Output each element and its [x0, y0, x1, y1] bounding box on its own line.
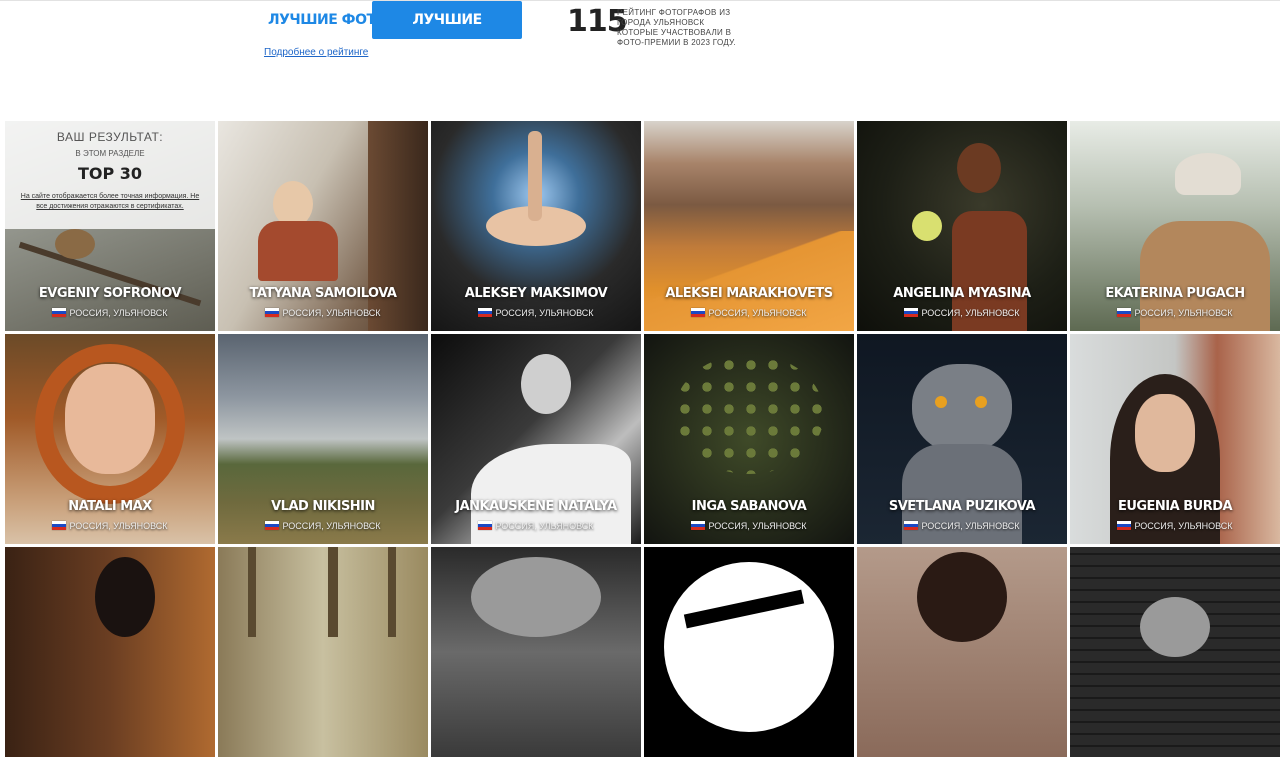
russia-flag-icon	[1117, 308, 1132, 317]
moon-decoration	[664, 562, 834, 732]
photographer-location: РОССИЯ, УЛЬЯНОВСК	[644, 521, 854, 531]
result-rank: TOP 30	[77, 164, 143, 183]
result-title: ВАШ РЕЗУЛЬТАТ:	[56, 130, 164, 144]
photographer-location: РОССИЯ, УЛЬЯНОВСК	[5, 308, 215, 318]
photographer-location: РОССИЯ, УЛЬЯНОВСК	[1070, 521, 1280, 531]
photographer-location: РОССИЯ, УЛЬЯНОВСК	[857, 521, 1067, 531]
photographer-card[interactable]	[1070, 547, 1280, 757]
model-face-decoration	[521, 354, 571, 414]
photographer-name: ALEKSEI MARAKHOVETS	[665, 286, 833, 301]
photographer-card[interactable]	[218, 547, 428, 757]
russia-flag-icon	[265, 308, 280, 317]
russia-flag-icon	[52, 308, 67, 317]
photographer-location: РОССИЯ, УЛЬЯНОВСК	[431, 308, 641, 318]
tree-trunk-decoration	[328, 547, 338, 637]
photographer-name: TATYANA SAMOILOVA	[249, 286, 398, 301]
photographer-name: INGA SABANOVA	[691, 499, 807, 514]
flower-decoration	[912, 211, 942, 241]
russia-flag-icon	[265, 521, 280, 530]
russia-flag-icon	[691, 308, 706, 317]
photographer-location: РОССИЯ, УЛЬЯНОВСК	[5, 521, 215, 531]
photographer-card[interactable]: JANKAUSKENE NATALYA РОССИЯ, УЛЬЯНОВСК	[431, 334, 641, 544]
dill-flowers-decoration	[674, 354, 824, 474]
photographer-location: РОССИЯ, УЛЬЯНОВСК	[644, 308, 854, 318]
red-hair-decoration	[35, 344, 185, 504]
photographer-card[interactable]: NATALI MAX РОССИЯ, УЛЬЯНОВСК	[5, 334, 215, 544]
tree-trunk-decoration	[248, 547, 256, 637]
face-decoration	[1140, 597, 1210, 657]
hair-decoration	[95, 557, 155, 637]
bird-decoration	[55, 229, 95, 259]
photographer-card[interactable]: TATYANA SAMOILOVA РОССИЯ, УЛЬЯНОВСК	[218, 121, 428, 331]
photographer-card[interactable]	[857, 547, 1067, 757]
boy-hair-decoration	[957, 143, 1001, 193]
photographer-card[interactable]: EKATERINA PUGACH РОССИЯ, УЛЬЯНОВСК	[1070, 121, 1280, 331]
cat-head-decoration	[912, 364, 1012, 454]
russia-flag-icon	[478, 521, 493, 530]
photographer-name: ALEKSEY MAKSIMOV	[464, 286, 608, 301]
ballerina-decoration	[528, 131, 542, 221]
photographer-card[interactable]: ALEKSEI MARAKHOVETS РОССИЯ, УЛЬЯНОВСК	[644, 121, 854, 331]
photographer-card[interactable]: EUGENIA BURDA РОССИЯ, УЛЬЯНОВСК	[1070, 334, 1280, 544]
fur-hat-decoration	[1175, 153, 1241, 195]
result-section: В ЭТОМ РАЗДЕЛЕ	[75, 149, 145, 158]
russia-flag-icon	[1117, 521, 1132, 530]
cat-eye-left-decoration	[935, 396, 947, 408]
photographer-name: SVETLANA PUZIKOVA	[888, 499, 1036, 514]
tab-best-photo[interactable]: ЛУЧШИЕ ФОТО	[268, 8, 387, 38]
photographer-card[interactable]: SVETLANA PUZIKOVA РОССИЯ, УЛЬЯНОВСК	[857, 334, 1067, 544]
photographer-name: EVGENIY SOFRONOV	[38, 286, 182, 301]
face-decoration	[1135, 394, 1195, 472]
photographer-name: NATALI MAX	[68, 499, 152, 514]
result-note[interactable]: На сайте отображается более точная инфор…	[17, 192, 203, 212]
photographer-card[interactable]: ВАШ РЕЗУЛЬТАТ: В ЭТОМ РАЗДЕЛЕ TOP 30 На …	[5, 121, 215, 331]
photographer-card[interactable]	[5, 547, 215, 757]
photographer-name: JANKAUSKENE NATALYA	[455, 499, 617, 514]
russia-flag-icon	[52, 521, 67, 530]
tab-best-photographers[interactable]: ЛУЧШИЕ ФОТОГРАФЫ	[372, 1, 522, 66]
tree-trunk-decoration	[388, 547, 396, 637]
photographer-card[interactable]: VLAD NIKISHIN РОССИЯ, УЛЬЯНОВСК	[218, 334, 428, 544]
violin-decoration	[258, 221, 338, 281]
face-decoration	[471, 557, 601, 637]
russia-flag-icon	[904, 308, 919, 317]
photographer-name: EUGENIA BURDA	[1117, 499, 1233, 514]
photographer-location: РОССИЯ, УЛЬЯНОВСК	[857, 308, 1067, 318]
photographer-card[interactable]: ANGELINA MYASINA РОССИЯ, УЛЬЯНОВСК	[857, 121, 1067, 331]
photographer-card[interactable]	[644, 547, 854, 757]
photographer-name: ANGELINA MYASINA	[893, 286, 1031, 301]
photographer-card[interactable]: ALEKSEY MAKSIMOV РОССИЯ, УЛЬЯНОВСК	[431, 121, 641, 331]
photographer-card[interactable]: INGA SABANOVA РОССИЯ, УЛЬЯНОВСК	[644, 334, 854, 544]
top-divider	[0, 0, 1280, 1]
rating-details-link[interactable]: Подробнее о рейтинге	[264, 47, 368, 58]
rating-description: РЕЙТИНГ ФОТОГРАФОВ ИЗ ГОРОДА УЛЬЯНОВСК К…	[617, 8, 736, 47]
photographer-name: VLAD NIKISHIN	[271, 499, 375, 514]
photographer-name: EKATERINA PUGACH	[1105, 286, 1245, 301]
photographer-card[interactable]	[431, 547, 641, 757]
photographer-location: РОССИЯ, УЛЬЯНОВСК	[218, 521, 428, 531]
photographer-location: РОССИЯ, УЛЬЯНОВСК	[218, 308, 428, 318]
photographer-location: РОССИЯ, УЛЬЯНОВСК	[1070, 308, 1280, 318]
hair-decoration	[917, 552, 1007, 642]
russia-flag-icon	[691, 521, 706, 530]
cat-eye-right-decoration	[975, 396, 987, 408]
photographer-location: РОССИЯ, УЛЬЯНОВСК	[431, 521, 641, 531]
russia-flag-icon	[478, 308, 493, 317]
russia-flag-icon	[904, 521, 919, 530]
result-panel: ВАШ РЕЗУЛЬТАТ: В ЭТОМ РАЗДЕЛЕ TOP 30 На …	[5, 121, 215, 229]
